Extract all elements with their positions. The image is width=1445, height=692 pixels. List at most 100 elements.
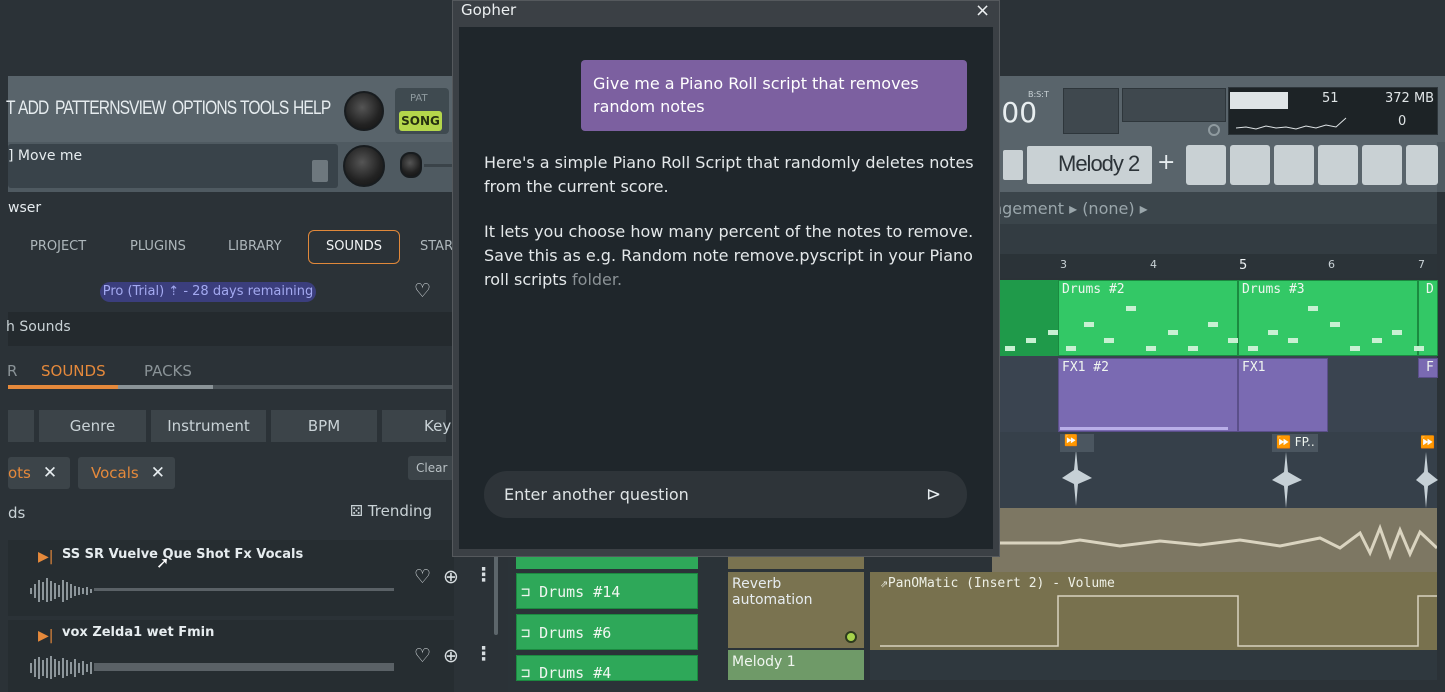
lcd-panel-a	[1063, 88, 1119, 134]
timeline-ruler[interactable]	[992, 254, 1437, 278]
close-icon[interactable]: ×	[975, 0, 990, 21]
playlist-icon[interactable]	[1186, 145, 1226, 185]
pitch-knob[interactable]	[343, 145, 385, 187]
question-input[interactable]: Enter another question	[484, 471, 967, 518]
menu-item-tools[interactable]: TOOLS	[240, 98, 289, 120]
filter-cut[interactable]	[8, 410, 34, 442]
subtab-sounds[interactable]: SOUNDS	[41, 362, 106, 380]
song-mode-button[interactable]: SONG	[399, 111, 442, 131]
heart-icon[interactable]: ♡	[414, 280, 431, 302]
cpu-icon	[1208, 124, 1220, 136]
sort-icon: ⚄	[350, 502, 368, 520]
reverb-automation-label: Reverb automation	[732, 576, 813, 608]
tab-library[interactable]: LIBRARY	[228, 239, 282, 254]
menu-item-view[interactable]: VIEW	[129, 98, 166, 120]
close-icon[interactable]: ✕	[151, 463, 165, 483]
add-pattern-button[interactable]: +	[1157, 150, 1175, 175]
subtab-active-underline	[8, 385, 118, 389]
sound-title: SS SR Vuelve Que Shot Fx Vocals	[62, 547, 304, 562]
ruler-bar-3: 3	[1060, 258, 1067, 271]
ruler-bar-7: 7	[1418, 258, 1425, 271]
sample-clip-3-tag: ⏩	[1420, 435, 1435, 449]
clip-fx1-label: FX1	[1242, 360, 1266, 375]
close-icon[interactable]: ✕	[43, 463, 57, 483]
tab-plugins[interactable]: PLUGINS	[130, 239, 186, 254]
channel-clip-drums-4-label: Drums #4	[539, 664, 612, 682]
reverb-clip-top[interactable]	[728, 555, 864, 569]
tab-star[interactable]: STAR	[420, 239, 453, 254]
add-icon[interactable]: ⊕	[443, 645, 459, 667]
subtab-left-cut[interactable]: R	[7, 362, 17, 380]
sort-dropdown[interactable]: ⚄ Trending	[350, 502, 432, 520]
play-icon[interactable]: ▶|	[38, 628, 53, 644]
file-icon[interactable]	[1406, 145, 1438, 185]
search-row[interactable]	[8, 312, 454, 346]
favorite-icon[interactable]: ♡	[414, 645, 431, 667]
channel-clip-drums-4[interactable]: ⊐ Drums #4	[516, 655, 698, 682]
tempo-slider-handle[interactable]	[400, 152, 422, 178]
melody-1-label: Melody 1	[732, 654, 796, 670]
hint-text: ] Move me	[8, 148, 83, 164]
pro-trial-badge[interactable]: Pro (Trial) ⇡ - 28 days remaining	[100, 282, 316, 302]
filter-genre[interactable]: Genre	[39, 410, 146, 442]
playlist-overview	[992, 224, 1437, 254]
filter-bpm[interactable]: BPM	[271, 410, 377, 442]
sample-clip-2-label: ⏩ FP..	[1276, 435, 1315, 449]
reverb-automation-clip[interactable]: Reverb automation	[728, 572, 864, 648]
clip-fx1-2-label: FX1 #2	[1062, 360, 1109, 375]
pattern-prev-button[interactable]	[1003, 150, 1023, 180]
subtab-packs[interactable]: PACKS	[144, 362, 192, 380]
sample-waveform-3	[1416, 452, 1438, 508]
play-icon[interactable]: ▶|	[38, 549, 53, 565]
channel-rack-icon[interactable]	[1274, 145, 1314, 185]
trash-icon[interactable]	[312, 160, 328, 182]
clear-filters-button[interactable]: Clear	[408, 456, 458, 480]
sounds-count: ds	[8, 504, 26, 522]
audio-waveform	[1000, 523, 1437, 561]
filter-key[interactable]: Key	[382, 410, 451, 442]
add-icon[interactable]: ⊕	[443, 566, 459, 588]
more-icon[interactable]: ⋮	[474, 564, 493, 586]
menu-item-help[interactable]: HELP	[293, 98, 331, 120]
menu-item-patterns[interactable]: PATTERNS	[55, 98, 130, 120]
channel-clip-top[interactable]	[516, 555, 698, 569]
sample-waveform-1	[1062, 450, 1092, 506]
more-icon[interactable]: ⋮	[474, 643, 493, 665]
filter-instrument[interactable]: Instrument	[151, 410, 266, 442]
pattern-name: Melody 2	[1058, 151, 1140, 176]
filter-chip-vocals-label: Vocals	[91, 464, 139, 482]
playlist-path[interactable]: ngement ▸ (none) ▸	[992, 199, 1148, 218]
filter-chip-shots[interactable]: ots ✕	[8, 457, 70, 489]
assistant-paragraph-2-streaming: folder.	[572, 270, 623, 289]
send-icon[interactable]: ⊳	[926, 484, 941, 505]
cpu-value: 51	[1322, 91, 1339, 106]
channel-clip-drums-6[interactable]: ⊐ Drums #6	[516, 614, 698, 650]
mixer-icon[interactable]	[1318, 145, 1358, 185]
main-volume-knob[interactable]	[344, 91, 384, 131]
ruler-bar-5: 5	[1239, 258, 1248, 273]
cpu-bar	[1230, 92, 1288, 109]
pan-automation-label: ⇗PanOMatic (Insert 2) - Volume	[880, 576, 1115, 591]
polyphony-value: 0	[1398, 114, 1407, 129]
melody-1-clip[interactable]: Melody 1	[728, 650, 864, 680]
ruler-bar-6: 6	[1328, 258, 1335, 271]
tab-project[interactable]: PROJECT	[30, 239, 86, 254]
plugin-picker-icon[interactable]	[1362, 145, 1402, 185]
subtab-underline-mid	[118, 385, 213, 389]
channel-clip-drums-14[interactable]: ⊐ Drums #14	[516, 573, 698, 609]
menu-item-add-cut[interactable]: T	[6, 98, 15, 120]
hint-label: Move me	[17, 148, 83, 164]
piano-roll-icon[interactable]	[1230, 145, 1270, 185]
filter-chip-vocals[interactable]: Vocals ✕	[78, 457, 175, 489]
lcd-panel-b	[1122, 88, 1226, 122]
sample-clip-2-name: FP..	[1294, 435, 1315, 449]
menu-item-options[interactable]: OPTIONS	[172, 98, 237, 120]
user-message-bubble: Give me a Piano Roll script that removes…	[581, 60, 967, 131]
tab-sounds[interactable]: SOUNDS	[308, 230, 400, 264]
sort-label: Trending	[367, 502, 433, 520]
favorite-icon[interactable]: ♡	[414, 566, 431, 588]
clip-fx-cut-label: F	[1426, 360, 1434, 375]
menu-item-add[interactable]: ADD	[18, 98, 49, 120]
drum-note-pattern	[1005, 306, 1424, 351]
track-empty[interactable]	[870, 650, 1437, 680]
